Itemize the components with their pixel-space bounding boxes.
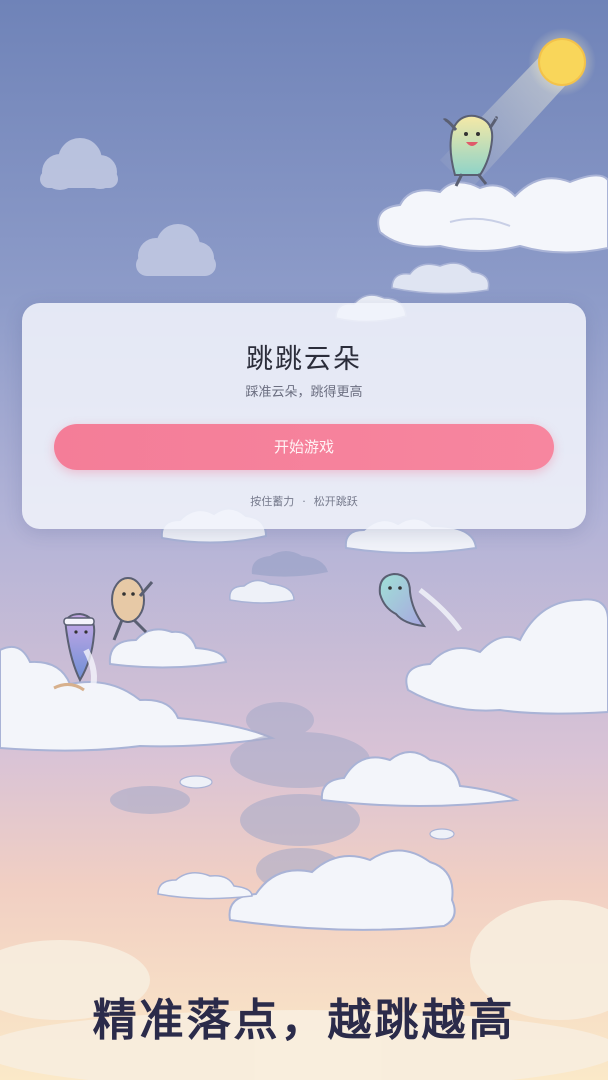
- start-game-button[interactable]: 开始游戏: [54, 424, 554, 470]
- cloud-icon: [229, 579, 295, 604]
- game-title: 跳跳云朵: [246, 344, 362, 375]
- start-panel: 跳跳云朵 踩准云朵，跳得更高 开始游戏 按住蓄力 · 松开跳跃: [22, 303, 586, 529]
- jumping-character-icon: [378, 572, 463, 632]
- cloud-icon: [405, 598, 608, 715]
- hint-press: 按住蓄力: [250, 495, 295, 508]
- jumping-character-icon: [442, 114, 498, 187]
- cloud-icon: [377, 174, 608, 254]
- jumping-character-icon: [111, 577, 154, 641]
- cloud-icon: [251, 551, 328, 577]
- sun-icon: [528, 28, 596, 96]
- cloud-icon: [157, 872, 253, 900]
- cloud-icon: [391, 262, 490, 295]
- cloud-icon: [40, 138, 118, 190]
- tagline: 精准落点，越跳越高: [92, 995, 516, 1046]
- cloud-icon: [136, 224, 216, 276]
- game-subtitle: 踩准云朵，跳得更高: [245, 385, 363, 400]
- controls-hint: 按住蓄力 · 松开跳跃: [22, 493, 586, 509]
- background-art: [0, 28, 608, 1080]
- hint-separator: ·: [302, 495, 306, 508]
- hint-release: 松开跳跃: [313, 495, 358, 508]
- cloud-icon: [108, 628, 228, 669]
- game-scene: 跳跳云朵 踩准云朵，跳得更高 开始游戏 按住蓄力 · 松开跳跃 精准落点，越跳越高: [0, 0, 608, 1080]
